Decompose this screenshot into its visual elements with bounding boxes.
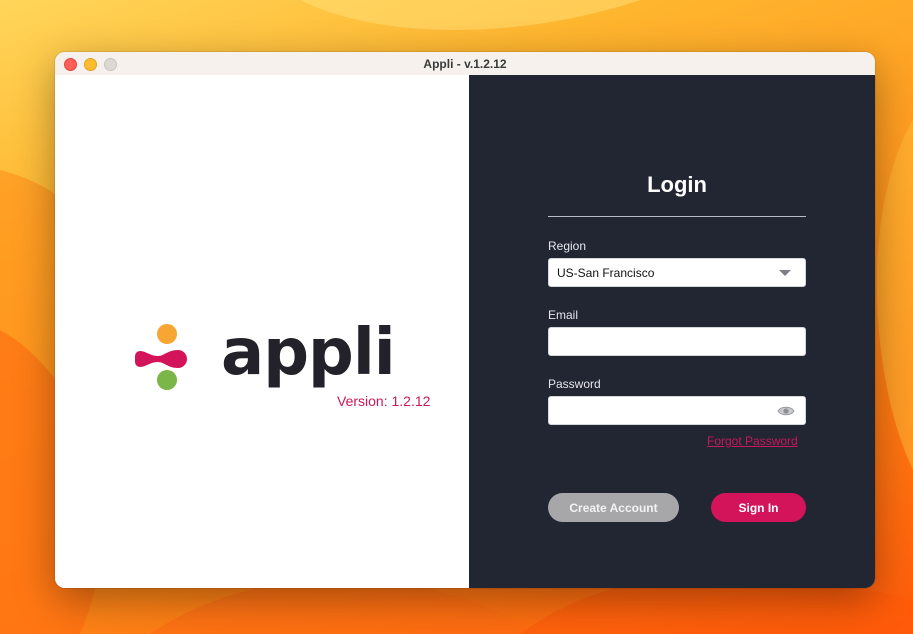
- password-field[interactable]: [549, 397, 805, 424]
- email-label: Email: [548, 308, 579, 322]
- sign-in-button[interactable]: Sign In: [711, 493, 806, 522]
- window-title: Appli - v.1.2.12: [423, 56, 507, 71]
- create-account-button[interactable]: Create Account: [548, 493, 679, 522]
- region-selected-value: US-San Francisco: [557, 266, 655, 280]
- email-field[interactable]: [549, 328, 805, 355]
- appli-logo-icon: [135, 324, 187, 390]
- window-controls: [64, 58, 117, 71]
- appli-wordmark: appli: [221, 316, 396, 390]
- brand-panel: appli Version: 1.2.12: [55, 75, 469, 588]
- email-field-wrapper: [548, 327, 806, 356]
- title-divider: [548, 216, 806, 217]
- chevron-down-icon: [779, 270, 791, 276]
- login-panel: Login Region US-San Francisco Email Pass…: [469, 75, 875, 588]
- password-label: Password: [548, 377, 601, 391]
- region-label: Region: [548, 239, 587, 253]
- app-window: Appli - v.1.2.12 appli Version: 1.2.12 L…: [55, 52, 875, 588]
- zoom-window-button[interactable]: [104, 58, 117, 71]
- login-title: Login: [647, 172, 707, 197]
- minimize-window-button[interactable]: [84, 58, 97, 71]
- title-bar: Appli - v.1.2.12: [55, 52, 875, 76]
- version-label: Version: 1.2.12: [337, 393, 431, 409]
- region-select[interactable]: US-San Francisco: [548, 258, 806, 287]
- close-window-button[interactable]: [64, 58, 77, 71]
- forgot-password-link[interactable]: Forgot Password: [707, 434, 798, 448]
- eye-icon[interactable]: [777, 405, 795, 417]
- password-field-wrapper: [548, 396, 806, 425]
